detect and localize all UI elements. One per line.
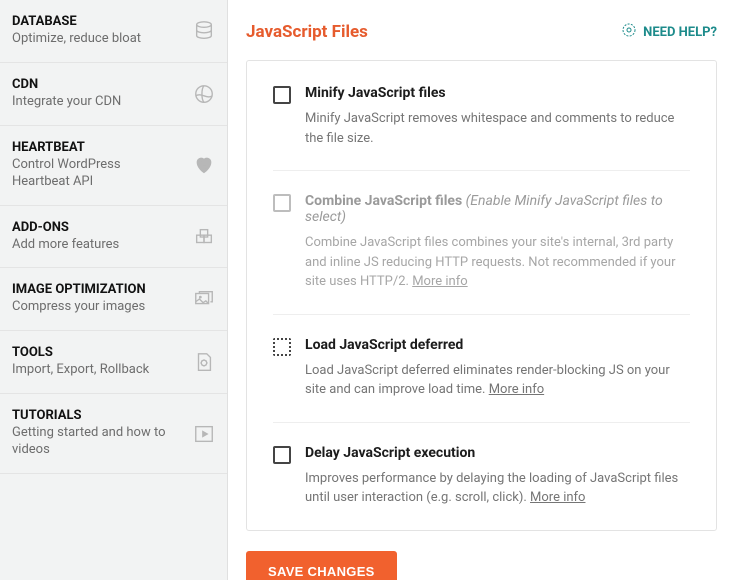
sidebar-item-addons[interactable]: ADD-ONS Add more features: [0, 206, 227, 269]
option-combine: Combine JavaScript files (Enable Minify …: [273, 193, 690, 315]
main-header: JavaScript Files NEED HELP?: [246, 22, 717, 42]
checkbox-deferred[interactable]: [273, 338, 291, 356]
options-card: Minify JavaScript files Minify JavaScrip…: [246, 60, 717, 531]
sidebar-item-heartbeat[interactable]: HEARTBEAT Control WordPress Heartbeat AP…: [0, 126, 227, 206]
save-changes-button[interactable]: SAVE CHANGES: [246, 551, 397, 580]
heartbeat-icon: [193, 154, 215, 176]
more-info-link[interactable]: More info: [489, 382, 544, 397]
help-label: NEED HELP?: [643, 25, 717, 40]
option-desc: Combine JavaScript files combines your s…: [305, 233, 690, 292]
sidebar-item-title: HEARTBEAT: [12, 140, 181, 155]
sidebar-item-subtitle: Import, Export, Rollback: [12, 362, 181, 379]
more-info-link[interactable]: More info: [412, 274, 467, 289]
gear-file-icon: [193, 351, 215, 373]
play-icon: [193, 423, 215, 445]
option-desc: Load JavaScript deferred eliminates rend…: [305, 361, 690, 400]
sidebar-item-title: DATABASE: [12, 14, 181, 29]
main-panel: JavaScript Files NEED HELP? Minify JavaS…: [228, 0, 737, 580]
sidebar-item-title: IMAGE OPTIMIZATION: [12, 282, 181, 297]
sidebar-item-database[interactable]: DATABASE Optimize, reduce bloat: [0, 0, 227, 63]
sidebar: DATABASE Optimize, reduce bloat CDN Inte…: [0, 0, 228, 580]
sidebar-item-title: TUTORIALS: [12, 408, 181, 423]
page-title: JavaScript Files: [246, 22, 368, 42]
sidebar-item-title: CDN: [12, 77, 181, 92]
sidebar-item-subtitle: Compress your images: [12, 299, 181, 316]
images-icon: [193, 288, 215, 310]
help-link[interactable]: NEED HELP?: [621, 22, 717, 42]
option-desc: Minify JavaScript removes whitespace and…: [305, 109, 690, 148]
database-icon: [193, 20, 215, 42]
blocks-icon: [193, 226, 215, 248]
option-title: Minify JavaScript files: [305, 85, 690, 101]
globe-icon: [193, 83, 215, 105]
sidebar-item-cdn[interactable]: CDN Integrate your CDN: [0, 63, 227, 126]
checkbox-delay[interactable]: [273, 446, 291, 464]
option-desc: Improves performance by delaying the loa…: [305, 469, 690, 508]
option-delay: Delay JavaScript execution Improves perf…: [273, 445, 690, 512]
sidebar-item-subtitle: Getting started and how to videos: [12, 425, 181, 459]
option-minify: Minify JavaScript files Minify JavaScrip…: [273, 85, 690, 171]
option-title: Delay JavaScript execution: [305, 445, 690, 461]
checkbox-minify[interactable]: [273, 86, 291, 104]
checkbox-combine: [273, 194, 291, 212]
sidebar-item-subtitle: Integrate your CDN: [12, 94, 181, 111]
help-icon: [621, 22, 637, 42]
sidebar-item-title: TOOLS: [12, 345, 181, 360]
more-info-link[interactable]: More info: [530, 490, 585, 505]
sidebar-item-tools[interactable]: TOOLS Import, Export, Rollback: [0, 331, 227, 394]
option-deferred: Load JavaScript deferred Load JavaScript…: [273, 337, 690, 423]
sidebar-item-image-optimization[interactable]: IMAGE OPTIMIZATION Compress your images: [0, 268, 227, 331]
sidebar-item-subtitle: Add more features: [12, 237, 181, 254]
sidebar-item-tutorials[interactable]: TUTORIALS Getting started and how to vid…: [0, 394, 227, 474]
sidebar-item-subtitle: Optimize, reduce bloat: [12, 31, 181, 48]
option-title: Combine JavaScript files (Enable Minify …: [305, 193, 690, 225]
option-title: Load JavaScript deferred: [305, 337, 690, 353]
sidebar-item-title: ADD-ONS: [12, 220, 181, 235]
sidebar-item-subtitle: Control WordPress Heartbeat API: [12, 157, 181, 191]
